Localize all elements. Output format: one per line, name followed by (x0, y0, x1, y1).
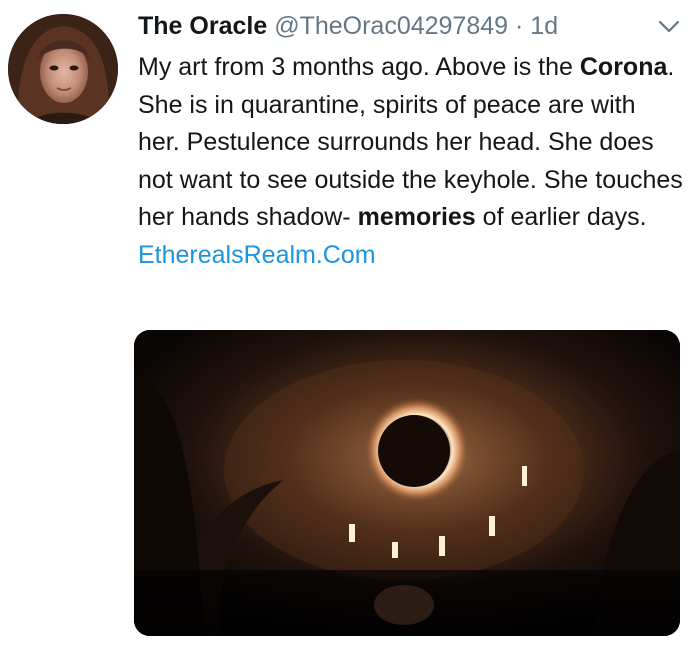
tweet-text-part: of earlier days. (475, 203, 647, 232)
tweet-text: My art from 3 months ago. Above is the C… (138, 49, 683, 275)
tweet-timestamp[interactable]: 1d (530, 12, 558, 40)
profile-photo-icon (8, 14, 118, 124)
separator-dot: · (515, 12, 524, 40)
hashtag-like-bold-corona: Corona (579, 53, 668, 81)
website-link[interactable]: EtherealsRealm.Com (138, 241, 376, 269)
display-name[interactable]: The Oracle (138, 12, 267, 40)
user-handle[interactable]: @TheOrac04297849 (274, 12, 508, 40)
tweet-header: The Oracle @TheOrac04297849 · 1d (138, 6, 658, 46)
tweet[interactable]: The Oracle @TheOrac04297849 · 1d My art … (0, 0, 692, 649)
tweet-media-image[interactable] (134, 330, 680, 636)
hashtag-like-bold-memories: memories (357, 203, 476, 232)
avatar[interactable] (8, 14, 118, 124)
tweet-text-part: My art from 3 months ago. Above is the (138, 53, 580, 81)
eclipse-dome-artwork-icon (134, 330, 680, 636)
chevron-down-icon[interactable] (656, 18, 682, 36)
